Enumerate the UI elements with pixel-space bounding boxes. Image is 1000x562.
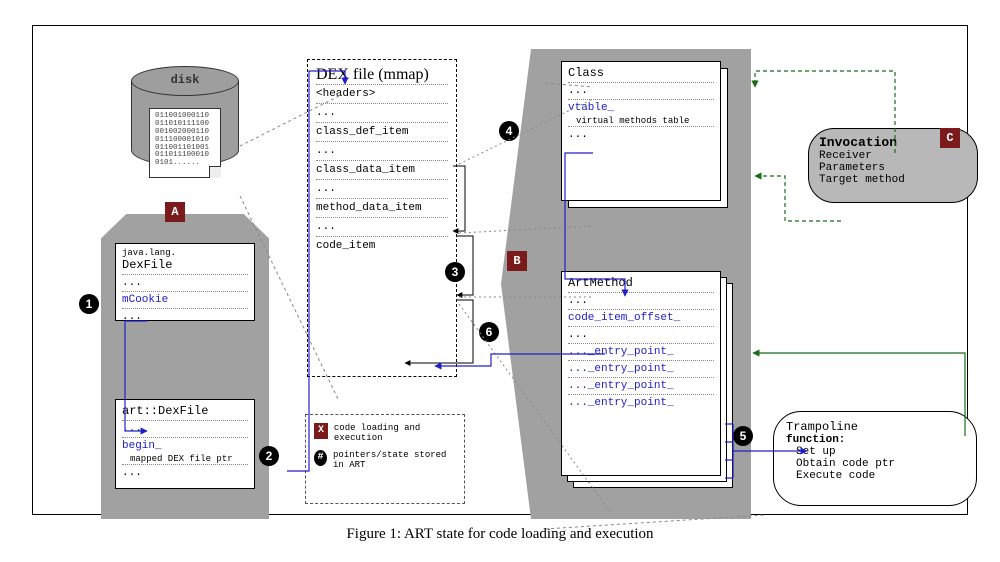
artmethod-code-item-offset: code_item_offset_ [568,309,714,326]
box-dexfile-art: art::DexFile ... begin_ mapped DEX file … [115,399,255,489]
badge-a: A [165,202,185,222]
box-dexfile-java: java.lang. DexFile ... mCookie ... [115,243,255,321]
class-vtable: vtable_ [568,99,714,116]
disk-file-page: 011001000110 011010111100 001002000110 0… [149,108,221,178]
legend-square-text: code loading and execution [334,423,456,444]
trampoline-execute: Execute code [786,470,964,482]
dex-mmap-methoddata: method_data_item [316,198,448,217]
figure-caption: Figure 1: ART state for code loading and… [0,526,1000,543]
invocation-target: Target method [819,174,967,186]
badge-3: 3 [445,262,465,282]
legend-circle-icon: # [314,450,327,466]
dexfile-art-dots: ... [122,420,248,437]
class-vtable-note: virtual methods table [568,116,714,126]
class-title: Class [568,66,714,80]
dexfile-java-mcookie: mCookie [122,291,248,308]
figure-frame: disk 011001000110 011010111100 001002000… [32,25,968,515]
badge-6: 6 [479,322,499,342]
dexfile-art-note: mapped DEX file ptr [122,454,248,464]
dex-mmap-dots: ... [316,103,448,122]
dex-mmap-classdef: class_def_item [316,122,448,141]
artmethod-entrypoint: ..._entry_point_ [568,360,714,377]
legend-box: X code loading and execution # pointers/… [305,414,465,504]
trampoline-setup: Set up [786,446,964,458]
dex-mmap-codeitem: code_item [316,236,448,255]
artmethod-entrypoint: ..._entry_point_ [568,394,714,411]
disk-cylinder: disk 011001000110 011010111100 001002000… [131,66,239,166]
dexfile-java-pkg: java.lang. [122,248,248,258]
artmethod-dots: ... [568,292,714,309]
box-artmethod: ArtMethod ... code_item_offset_ ... ..._… [561,271,721,476]
artmethod-entrypoint: ..._entry_point_ [568,377,714,394]
dex-mmap-title: DEX file (mmap) [316,66,448,84]
class-dots2: ... [568,126,714,143]
artmethod-title: ArtMethod [568,276,714,290]
badge-4: 4 [499,121,519,141]
badge-b: B [507,251,527,271]
dexfile-art-begin: begin_ [122,437,248,454]
disk-bits-row: 0101...... [155,160,215,168]
dexfile-java-title: DexFile [122,258,248,272]
dex-mmap-dots: ... [316,217,448,236]
badge-5: 5 [733,426,753,446]
box-dex-mmap: DEX file (mmap) <headers> ... class_def_… [307,59,457,377]
box-trampoline: Trampoline function: Set up Obtain code … [773,411,977,506]
legend-square-icon: X [314,423,328,439]
dex-mmap-dots: ... [316,141,448,160]
dex-mmap-dots: ... [316,179,448,198]
trampoline-title: Trampoline [786,420,964,434]
badge-c: C [940,128,960,148]
badge-1: 1 [79,294,99,314]
class-dots: ... [568,82,714,99]
dexfile-art-dots2: ... [122,464,248,481]
disk-label: disk [131,73,239,87]
badge-2: 2 [259,446,279,466]
dexfile-java-dots: ... [122,274,248,291]
invocation-parameters: Parameters [819,162,967,174]
dex-mmap-headers: <headers> [316,84,448,103]
artmethod-dots2: ... [568,326,714,343]
legend-circle-text: pointers/state stored in ART [333,450,456,471]
box-class: Class ... vtable_ virtual methods table … [561,61,721,201]
trampoline-obtain: Obtain code ptr [786,458,964,470]
dex-mmap-classdata: class_data_item [316,160,448,179]
dexfile-java-dots2: ... [122,308,248,325]
dexfile-art-title: art::DexFile [122,404,248,418]
artmethod-entrypoint: ..._entry_point_ [568,343,714,360]
trampoline-function: function: [786,434,964,446]
invocation-receiver: Receiver [819,150,967,162]
